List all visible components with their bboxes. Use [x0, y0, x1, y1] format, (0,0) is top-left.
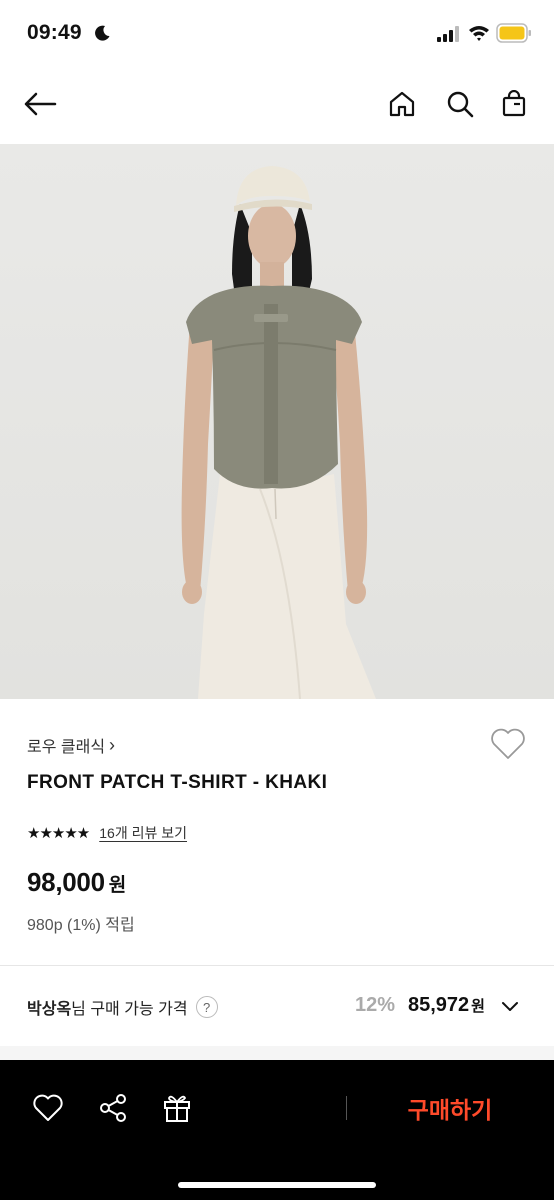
chevron-down-icon[interactable]	[500, 996, 520, 1016]
gift-icon	[164, 1095, 190, 1122]
top-navigation	[0, 66, 554, 144]
price-unit: 원	[108, 875, 127, 896]
member-price-text: 님 구매 가능 가격	[71, 1001, 188, 1018]
rating-stars: ★★★★★	[27, 825, 90, 842]
member-price-row[interactable]: 박상옥 님 구매 가능 가격 ? 12% 85,972 원	[0, 966, 554, 1046]
wifi-icon	[469, 26, 489, 41]
search-button[interactable]	[442, 86, 478, 122]
member-price-label: 박상옥 님 구매 가능 가격 ?	[27, 995, 218, 1019]
chevron-right-icon: ›	[109, 734, 116, 755]
brand-name: 로우 클래식	[27, 739, 106, 756]
battery-icon	[496, 23, 531, 43]
member-name: 박상옥	[27, 1001, 72, 1018]
status-bar: 09:49	[0, 0, 554, 66]
heart-outline-icon	[491, 728, 525, 759]
discount-rate: 12%	[355, 994, 396, 1016]
bottom-bar-divider	[346, 1096, 347, 1120]
model-photo	[0, 144, 554, 699]
brand-link[interactable]: 로우 클래식 ›	[27, 733, 115, 757]
back-button[interactable]	[22, 86, 58, 122]
share-button[interactable]	[95, 1090, 131, 1126]
bottom-action-bar: 구매하기	[0, 1060, 554, 1200]
home-indicator	[178, 1182, 376, 1188]
back-arrow-icon	[24, 92, 57, 116]
review-link[interactable]: 16개 리뷰 보기	[99, 823, 187, 843]
help-icon[interactable]: ?	[195, 996, 218, 1018]
like-button[interactable]	[30, 1090, 66, 1126]
section-spacer	[0, 1046, 554, 1060]
price-value: 98,000	[27, 867, 105, 897]
points-info: 980p (1%) 적립	[27, 917, 135, 934]
shopping-bag-icon	[502, 90, 526, 117]
moon-icon	[95, 25, 110, 41]
status-time: 09:49	[27, 21, 82, 44]
product-name: FRONT PATCH T-SHIRT - KHAKI	[27, 772, 328, 793]
heart-icon	[33, 1094, 63, 1121]
product-info: 로우 클래식 › FRONT PATCH T-SHIRT - KHAKI ★★★…	[0, 699, 554, 965]
wishlist-button[interactable]	[490, 727, 526, 761]
product-image[interactable]	[0, 144, 554, 699]
member-price: 85,972 원	[408, 994, 485, 1017]
member-price-unit: 원	[471, 998, 485, 1015]
buy-button[interactable]: 구매하기	[370, 1084, 530, 1132]
search-icon	[447, 91, 474, 118]
rating: ★★★★★ 16개 리뷰 보기	[27, 823, 187, 843]
home-button[interactable]	[384, 86, 420, 122]
home-icon	[389, 91, 415, 117]
signal-icon	[437, 26, 459, 42]
shopping-bag-button[interactable]	[496, 86, 532, 122]
share-icon	[100, 1094, 126, 1122]
member-price-value: 85,972	[408, 994, 470, 1016]
gift-button[interactable]	[159, 1090, 195, 1126]
price: 98,000 원	[27, 867, 126, 898]
